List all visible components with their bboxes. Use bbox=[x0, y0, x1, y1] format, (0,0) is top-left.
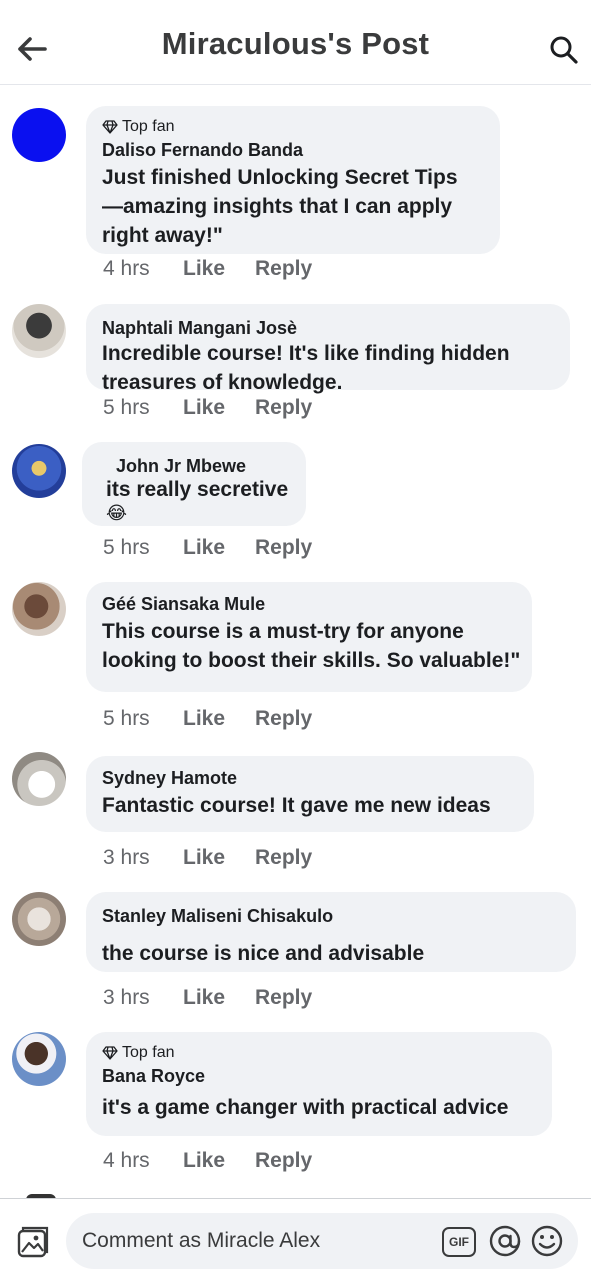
like-button[interactable]: Like bbox=[183, 257, 255, 281]
comment-input-placeholder: Comment as Miracle Alex bbox=[82, 1229, 321, 1252]
comment-actions: 4 hrs Like Reply bbox=[103, 1149, 312, 1173]
post-header: Miraculous's Post bbox=[0, 0, 591, 85]
comment-author[interactable]: Sydney Hamote bbox=[102, 768, 518, 789]
avatar[interactable] bbox=[12, 752, 66, 806]
comment-author[interactable]: Bana Royce bbox=[102, 1066, 536, 1087]
comment-composer: Comment as Miracle Alex GIF bbox=[0, 1198, 591, 1281]
like-button[interactable]: Like bbox=[183, 396, 255, 420]
comment-actions: 5 hrs Like Reply bbox=[103, 707, 312, 731]
like-button[interactable]: Like bbox=[183, 846, 255, 870]
comment-time[interactable]: 5 hrs bbox=[103, 707, 183, 731]
comment-author[interactable]: Géé Siansaka Mule bbox=[102, 594, 516, 615]
top-fan-badge: Top fan bbox=[102, 1044, 536, 1062]
comment-text: Incredible course! It's like finding hid… bbox=[102, 342, 510, 394]
comment-time[interactable]: 5 hrs bbox=[103, 396, 183, 420]
comment-bubble[interactable]: Top fan Bana Royce it's a game changer w… bbox=[86, 1032, 552, 1136]
comment-actions: 3 hrs Like Reply bbox=[103, 986, 312, 1010]
comment-text: its really secretive bbox=[106, 478, 289, 501]
at-icon[interactable] bbox=[488, 1224, 522, 1258]
comment-actions: 3 hrs Like Reply bbox=[103, 846, 312, 870]
reply-button[interactable]: Reply bbox=[255, 986, 312, 1010]
top-fan-label: Top fan bbox=[122, 118, 175, 135]
reply-button[interactable]: Reply bbox=[255, 846, 312, 870]
comment-bubble[interactable]: Top fan Daliso Fernando Banda Just finis… bbox=[86, 106, 500, 254]
search-icon[interactable] bbox=[548, 34, 580, 66]
comment-actions: 4 hrs Like Reply bbox=[103, 257, 312, 281]
comment-input[interactable]: Comment as Miracle Alex GIF bbox=[66, 1213, 578, 1269]
avatar[interactable] bbox=[12, 108, 66, 162]
comment-text: it's a game changer with practical advic… bbox=[102, 1096, 509, 1119]
comment-text: the course is nice and advisable bbox=[102, 942, 425, 965]
smiley-icon[interactable] bbox=[530, 1224, 564, 1258]
comment-text: Fantastic course! It gave me new ideas bbox=[102, 794, 491, 817]
page-title: Miraculous's Post bbox=[161, 26, 430, 61]
photo-icon[interactable] bbox=[16, 1225, 50, 1259]
like-button[interactable]: Like bbox=[183, 1149, 255, 1173]
reply-button[interactable]: Reply bbox=[255, 1149, 312, 1173]
comment-author[interactable]: John Jr Mbewe bbox=[94, 456, 294, 477]
reply-button[interactable]: Reply bbox=[255, 536, 312, 560]
comment-author[interactable]: Daliso Fernando Banda bbox=[102, 140, 484, 161]
top-fan-label: Top fan bbox=[122, 1044, 175, 1061]
comment-text: Just finished Unlocking Secret Tips —ama… bbox=[102, 166, 458, 247]
gif-icon[interactable]: GIF bbox=[442, 1227, 476, 1257]
comment-bubble[interactable]: Sydney Hamote Fantastic course! It gave … bbox=[86, 756, 534, 832]
comment-time[interactable]: 3 hrs bbox=[103, 986, 183, 1010]
diamond-icon bbox=[102, 120, 118, 134]
laughing-emoji: 😂 bbox=[106, 503, 128, 523]
avatar[interactable] bbox=[12, 1032, 66, 1086]
comment-bubble[interactable]: Géé Siansaka Mule This course is a must-… bbox=[86, 582, 532, 692]
comment-text: This course is a must-try for anyone loo… bbox=[102, 620, 521, 672]
comment-author[interactable]: Stanley Maliseni Chisakulo bbox=[102, 906, 560, 927]
diamond-icon bbox=[102, 1046, 118, 1060]
like-button[interactable]: Like bbox=[183, 986, 255, 1010]
comment-actions: 5 hrs Like Reply bbox=[103, 536, 312, 560]
reply-button[interactable]: Reply bbox=[255, 257, 312, 281]
avatar[interactable] bbox=[12, 304, 66, 358]
avatar[interactable] bbox=[12, 582, 66, 636]
comment-time[interactable]: 5 hrs bbox=[103, 536, 183, 560]
comment-bubble[interactable]: John Jr Mbewe its really secretive 😂 bbox=[82, 442, 306, 526]
like-button[interactable]: Like bbox=[183, 536, 255, 560]
like-button[interactable]: Like bbox=[183, 707, 255, 731]
avatar[interactable] bbox=[12, 444, 66, 498]
comment-bubble[interactable]: Naphtali Mangani Josè Incredible course!… bbox=[86, 304, 570, 394]
reply-button[interactable]: Reply bbox=[255, 396, 312, 420]
top-fan-badge: Top fan bbox=[102, 118, 484, 136]
reply-button[interactable]: Reply bbox=[255, 707, 312, 731]
comment-author[interactable]: Naphtali Mangani Josè bbox=[102, 318, 554, 339]
comment-bubble[interactable]: Stanley Maliseni Chisakulo the course is… bbox=[86, 892, 576, 972]
comment-actions: 5 hrs Like Reply bbox=[103, 396, 312, 420]
comment-time[interactable]: 4 hrs bbox=[103, 1149, 183, 1173]
comment-time[interactable]: 4 hrs bbox=[103, 257, 183, 281]
avatar[interactable] bbox=[12, 892, 66, 946]
comment-time[interactable]: 3 hrs bbox=[103, 846, 183, 870]
